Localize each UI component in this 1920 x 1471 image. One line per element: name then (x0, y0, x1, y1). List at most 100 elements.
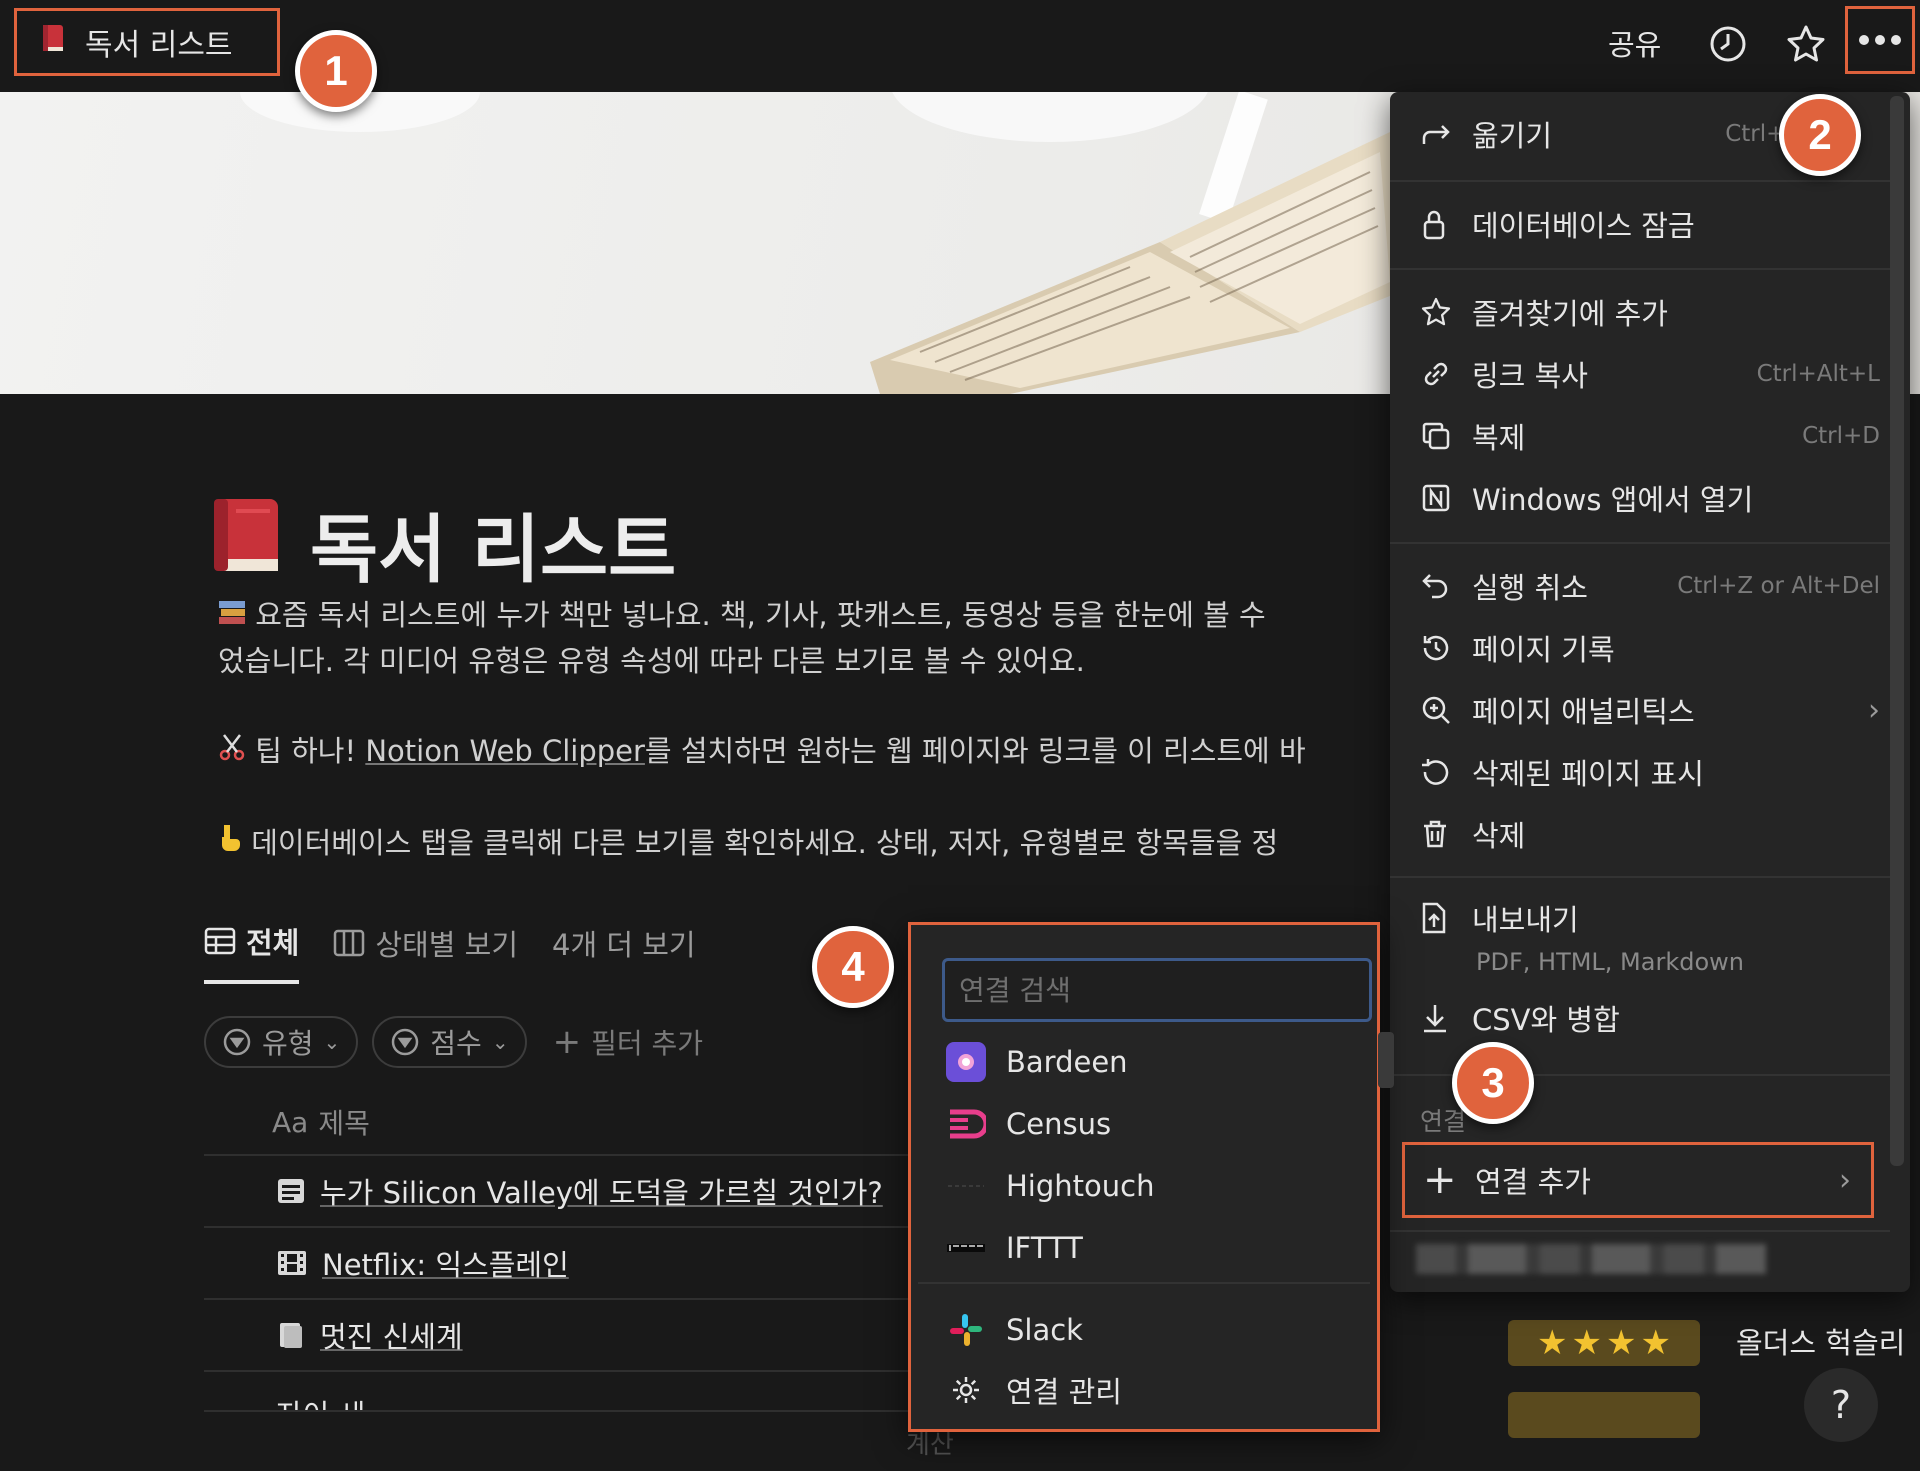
manage-connections-item[interactable]: 연결 관리 (946, 1362, 1366, 1418)
connection-item-hightouch[interactable]: Hightouch (946, 1158, 1366, 1214)
menu-divider (1390, 876, 1890, 878)
help-button[interactable]: ? (1804, 1368, 1878, 1442)
menu-item-lock-database[interactable]: 데이터베이스 잠금 (1420, 196, 1880, 252)
connection-item-slack[interactable]: Slack (946, 1302, 1366, 1358)
filter-bar: 유형 ⌄ 점수 ⌄ + 필터 추가 (204, 1016, 703, 1068)
more-options-button[interactable] (1845, 6, 1915, 74)
plus-icon: + (1423, 1157, 1457, 1203)
text-property-icon: Aa (272, 1105, 309, 1139)
menu-item-page-analytics[interactable]: 페이지 애널리틱스 › (1420, 682, 1880, 738)
history-icon (1420, 632, 1472, 664)
more-dots-icon (1859, 35, 1901, 45)
page-title: 독서 리스트 (210, 490, 676, 597)
menu-item-add-favorite[interactable]: 즐겨찾기에 추가 (1420, 284, 1880, 340)
description-paragraph: 요즘 독서 리스트에 누가 책만 넣나요. 책, 기사, 팟캐스트, 동영상 등… (218, 592, 1266, 638)
menu-item-merge-csv[interactable]: CSV와 병합 (1420, 990, 1880, 1046)
star-filled-icon: ★ (1640, 1323, 1671, 1363)
select-icon (223, 1028, 251, 1056)
menu-item-undo[interactable]: 실행 취소 Ctrl+Z or Alt+Del (1420, 558, 1880, 614)
zoom-in-icon (1420, 694, 1472, 726)
connection-item-bardeen[interactable]: Bardeen (946, 1034, 1366, 1090)
rating-stars (1508, 1392, 1700, 1438)
article-icon (278, 1179, 304, 1203)
step-badge-2: 2 (1779, 94, 1861, 176)
breadcrumb-page[interactable]: 독서 리스트 (14, 8, 280, 76)
export-formats: PDF, HTML, Markdown (1476, 948, 1744, 976)
step-badge-3: 3 (1452, 1042, 1534, 1124)
submenu-divider (918, 1282, 1370, 1284)
row-title[interactable]: 멋진 신세계 (320, 1314, 463, 1356)
tab-all[interactable]: 전체 (204, 920, 300, 984)
books-icon (218, 598, 255, 632)
export-file-icon (1420, 901, 1472, 935)
star-icon (1420, 296, 1472, 328)
filter-chip-score[interactable]: 점수 ⌄ (372, 1016, 527, 1068)
connection-search-input[interactable] (942, 958, 1372, 1022)
link-icon (1420, 358, 1472, 390)
scissors-icon (218, 734, 255, 768)
hint-paragraph: 데이터베이스 탭을 클릭해 다른 보기를 확인하세요. 상태, 저자, 유형별로… (218, 820, 1278, 866)
chevron-down-icon: ⌄ (491, 1030, 509, 1054)
menu-item-page-history[interactable]: 페이지 기록 (1420, 620, 1880, 676)
hightouch-logo-icon (946, 1166, 986, 1206)
census-logo-icon (946, 1104, 986, 1144)
star-filled-icon: ★ (1606, 1323, 1637, 1363)
chevron-down-icon: ⌄ (323, 1030, 341, 1054)
menu-divider (1390, 180, 1890, 182)
view-tabs: 전체 상태별 보기 4개 더 보기 (204, 920, 696, 984)
filter-chip-type[interactable]: 유형 ⌄ (204, 1016, 359, 1068)
star-filled-icon: ★ (1571, 1323, 1602, 1363)
breadcrumb-title: 독서 리스트 (85, 28, 233, 63)
tab-more-views[interactable]: 4개 더 보기 (552, 920, 696, 984)
pointing-hand-icon (218, 825, 251, 860)
menu-scrollbar[interactable] (1890, 96, 1904, 1166)
book-pages-icon (280, 1323, 302, 1348)
film-icon (278, 1251, 306, 1275)
step-badge-4: 4 (812, 926, 894, 1008)
menu-item-show-deleted[interactable]: 삭제된 페이지 표시 (1420, 744, 1880, 800)
star-filled-icon: ★ (1537, 1323, 1568, 1363)
menu-divider (1390, 1230, 1890, 1232)
chevron-right-icon: › (1839, 1162, 1851, 1198)
share-button[interactable]: 공유 (1608, 22, 1661, 64)
menu-divider (1390, 268, 1890, 270)
history-icon[interactable] (1706, 22, 1750, 66)
tip-paragraph: 팁 하나! Notion Web Clipper를 설치하면 원하는 웹 페이지… (218, 728, 1306, 774)
board-icon (334, 929, 365, 957)
row-title[interactable]: 자이 세 (276, 1392, 365, 1410)
undo-icon (1420, 571, 1472, 601)
ifttt-logo-icon (946, 1228, 986, 1268)
tab-by-status[interactable]: 상태별 보기 (333, 920, 518, 984)
connection-item-census[interactable]: Census (946, 1096, 1366, 1152)
slack-logo-icon (946, 1310, 986, 1350)
connection-item-ifttt[interactable]: IFTTT (946, 1220, 1366, 1276)
bardeen-logo-icon (946, 1042, 986, 1082)
author-cell: 올더스 헉슬리 (1736, 1326, 1906, 1360)
download-icon (1420, 1002, 1472, 1034)
menu-item-export[interactable]: 내보내기 (1420, 890, 1880, 946)
description-paragraph-line2: 었습니다. 각 미디어 유형은 유형 속성에 따라 다른 보기로 볼 수 있어요… (218, 644, 1085, 678)
star-icon[interactable] (1784, 22, 1828, 66)
menu-item-copy-link[interactable]: 링크 복사 Ctrl+Alt+L (1420, 346, 1880, 402)
rating-stars: ★ ★ ★ ★ (1508, 1320, 1700, 1366)
chevron-right-icon: › (1868, 692, 1880, 728)
lock-icon (1420, 208, 1472, 240)
menu-item-duplicate[interactable]: 복제 Ctrl+D (1420, 408, 1880, 464)
gear-icon (946, 1370, 986, 1410)
blurred-item (1416, 1244, 1766, 1274)
page-title-text: 독서 리스트 (310, 507, 677, 593)
add-connection-item[interactable]: + 연결 추가 › (1402, 1142, 1874, 1218)
trash-icon (1420, 818, 1472, 850)
web-clipper-link[interactable]: Notion Web Clipper (365, 734, 645, 768)
book-icon (41, 23, 67, 61)
submenu-scrollbar[interactable] (1378, 1032, 1394, 1088)
menu-item-open-windows-app[interactable]: Windows 앱에서 열기 (1420, 470, 1880, 526)
step-badge-1: 1 (295, 30, 377, 112)
row-title[interactable]: Netflix: 익스플레인 (322, 1242, 569, 1284)
menu-item-delete[interactable]: 삭제 (1420, 806, 1880, 862)
menu-divider (1390, 542, 1890, 544)
row-title[interactable]: 누가 Silicon Valley에 도덕을 가르칠 것인가? (320, 1170, 883, 1212)
add-filter-button[interactable]: + 필터 추가 (553, 1022, 703, 1062)
select-icon (392, 1028, 419, 1056)
move-arrow-icon (1420, 120, 1472, 148)
